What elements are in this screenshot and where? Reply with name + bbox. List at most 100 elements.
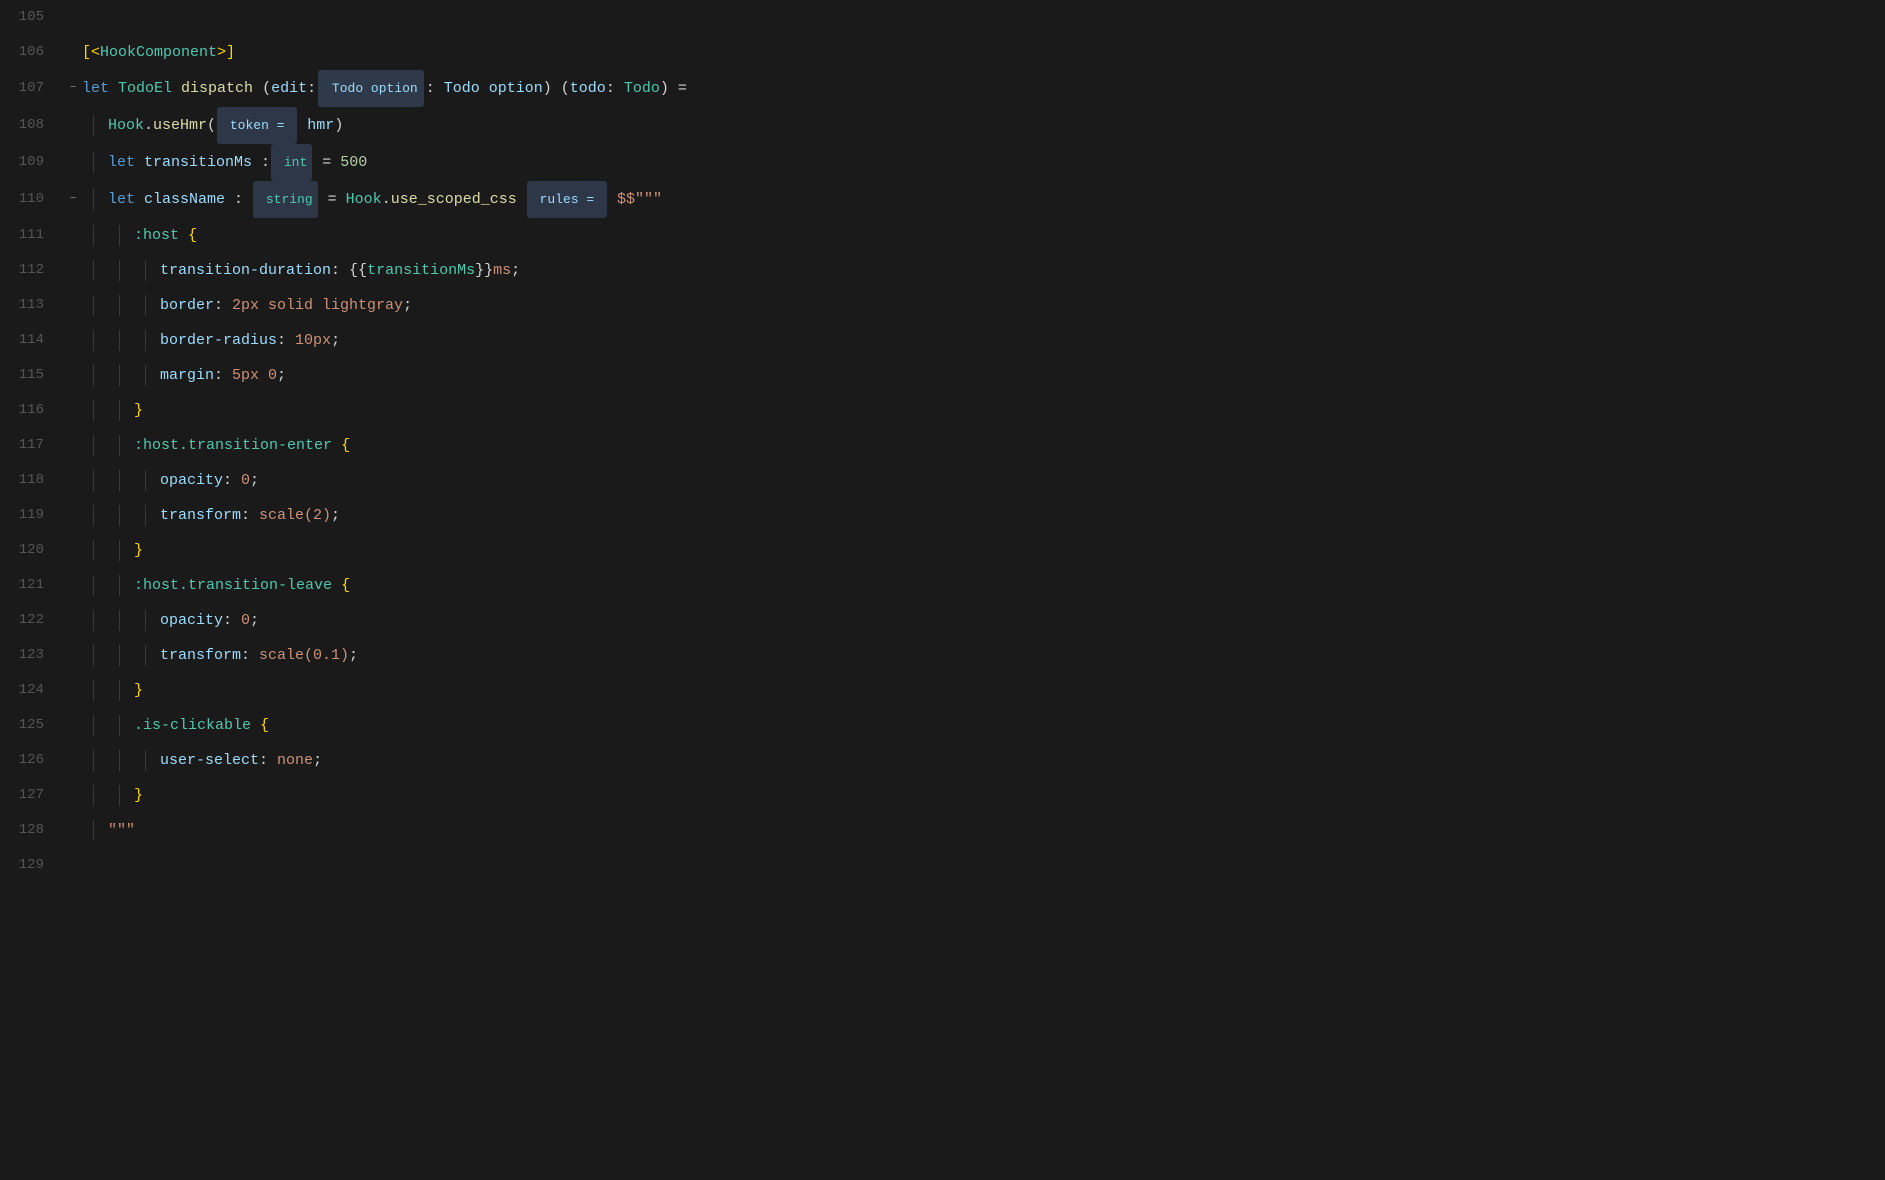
- token-css-prop: transition-duration: [160, 262, 331, 279]
- token-plain: ;: [313, 752, 322, 769]
- indent-guides: [82, 505, 160, 527]
- token-plain: :: [241, 647, 259, 664]
- code-line: 112 transition-duration: {{transitionMs}…: [4, 253, 1885, 288]
- line-number: 111: [4, 218, 64, 253]
- indent-guide: [82, 680, 108, 702]
- code-tokens: [<HookComponent>]: [82, 35, 235, 70]
- code-tokens: .is-clickable {: [134, 708, 269, 743]
- indent-guide: [108, 680, 134, 702]
- token-css-brace: {: [188, 227, 197, 244]
- code-tokens: border-radius: 10px;: [160, 323, 340, 358]
- code-line: 124 }: [4, 673, 1885, 708]
- indent-guides: [82, 820, 108, 842]
- indent-guides: [82, 400, 134, 422]
- token-css-val: 0: [241, 472, 250, 489]
- token-hook-name: HookComponent: [100, 44, 217, 61]
- fold-placeholder: [64, 785, 82, 807]
- code-line: 106 [<HookComponent>]: [4, 35, 1885, 70]
- token-plain: :: [223, 612, 241, 629]
- indent-guides: [82, 540, 134, 562]
- indent-guide: [108, 575, 134, 597]
- indent-guides: [82, 575, 134, 597]
- line-number: 125: [4, 708, 64, 743]
- indent-guide: [134, 295, 160, 317]
- indent-guide: [108, 435, 134, 457]
- code-line: 113 border: 2px solid lightgray;: [4, 288, 1885, 323]
- indent-guide: [82, 115, 108, 137]
- code-tokens: Hook.useHmr( token = hmr): [108, 107, 343, 144]
- line-number: 119: [4, 498, 64, 533]
- token-badge: token =: [217, 107, 297, 144]
- token-css-selector: :host.transition-leave: [134, 577, 332, 594]
- line-number: 109: [4, 145, 64, 180]
- token-plain: :: [277, 332, 295, 349]
- token-css-prop: transform: [160, 647, 241, 664]
- token-plain: }}: [475, 262, 493, 279]
- token-plain: [179, 227, 188, 244]
- indent-guides: [82, 470, 160, 492]
- fold-placeholder: [64, 750, 82, 772]
- fold-placeholder: [64, 115, 82, 137]
- line-number: 121: [4, 568, 64, 603]
- token-interpolation: transitionMs: [367, 262, 475, 279]
- code-line: 110− let className : string = Hook.use_s…: [4, 181, 1885, 218]
- token-plain: :: [426, 80, 444, 97]
- indent-guides: [82, 365, 160, 387]
- token-css-brace: }: [134, 542, 143, 559]
- code-tokens: transform: scale(0.1);: [160, 638, 358, 673]
- fold-button[interactable]: −: [64, 80, 82, 98]
- token-method: useHmr: [153, 117, 207, 134]
- token-badge-type2: string: [253, 181, 318, 218]
- fold-placeholder: [64, 540, 82, 562]
- code-line: 118 opacity: 0;: [4, 463, 1885, 498]
- line-number: 107: [4, 71, 64, 106]
- token-css-prop: border: [160, 297, 214, 314]
- code-line: 122 opacity: 0;: [4, 603, 1885, 638]
- token-plain: ;: [403, 297, 412, 314]
- token-plain: ) =: [660, 80, 687, 97]
- code-tokens: :host.transition-enter {: [134, 428, 350, 463]
- indent-guides: [82, 225, 134, 247]
- indent-guide: [82, 610, 108, 632]
- indent-guide: [82, 400, 108, 422]
- fold-button[interactable]: −: [64, 191, 82, 209]
- fold-placeholder: [64, 225, 82, 247]
- token-var: className: [144, 191, 225, 208]
- token-hook-bracket: >]: [217, 44, 235, 61]
- token-param-name: todo: [570, 80, 606, 97]
- line-number: 110: [4, 182, 64, 217]
- fold-placeholder: [64, 260, 82, 282]
- code-line: 105: [4, 0, 1885, 35]
- line-number: 117: [4, 428, 64, 463]
- code-line: 120 }: [4, 533, 1885, 568]
- indent-guide: [82, 645, 108, 667]
- indent-guide: [108, 505, 134, 527]
- indent-guide: [82, 152, 108, 174]
- indent-guides: [82, 435, 134, 457]
- token-plain: =: [319, 191, 346, 208]
- token-css-val: 2px solid lightgray: [232, 297, 403, 314]
- token-css-selector: :host: [134, 227, 179, 244]
- code-tokens: :host {: [134, 218, 197, 253]
- line-number: 126: [4, 743, 64, 778]
- code-line: 121 :host.transition-leave {: [4, 568, 1885, 603]
- indent-guides: [82, 785, 134, 807]
- token-plain: :: [252, 154, 270, 171]
- line-number: 118: [4, 463, 64, 498]
- code-tokens: transform: scale(2);: [160, 498, 340, 533]
- line-number: 114: [4, 323, 64, 358]
- indent-guide: [108, 715, 134, 737]
- token-plain: :: [259, 752, 277, 769]
- line-number: 129: [4, 848, 64, 883]
- token-css-prop: border-radius: [160, 332, 277, 349]
- token-css-selector: :host.transition-enter: [134, 437, 332, 454]
- code-line: 125 .is-clickable {: [4, 708, 1885, 743]
- code-content-area: 105 106 [<HookComponent>]107−let TodoEl …: [0, 0, 1885, 1180]
- indent-guide: [82, 189, 108, 211]
- line-number: 116: [4, 393, 64, 428]
- token-kw: let: [108, 154, 144, 171]
- token-plain: ): [334, 117, 343, 134]
- code-tokens: }: [134, 393, 143, 428]
- indent-guide: [82, 330, 108, 352]
- token-css-val: 5px 0: [232, 367, 277, 384]
